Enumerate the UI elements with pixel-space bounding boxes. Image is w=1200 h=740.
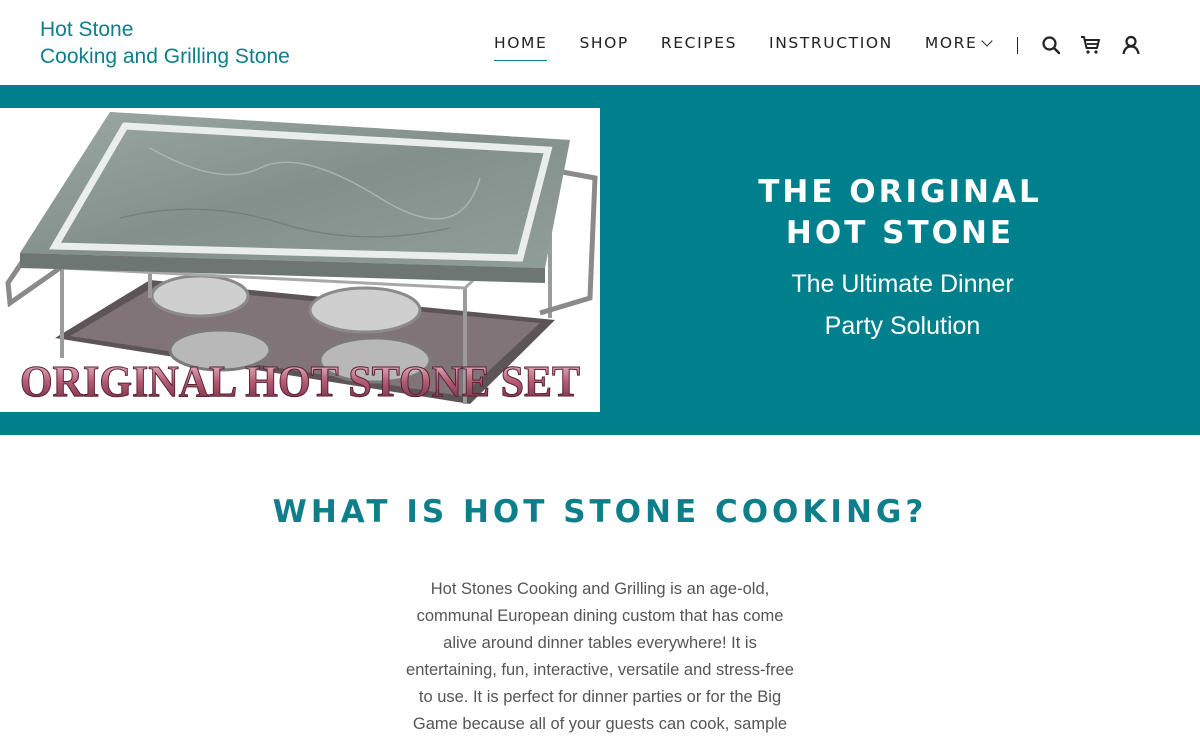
paragraph-line: Hot Stones Cooking and Grilling is an ag… [430, 580, 770, 598]
logo-line-1: Hot Stone [40, 18, 134, 41]
nav-more[interactable]: MORE [924, 34, 994, 56]
search-icon[interactable] [1040, 34, 1062, 56]
hero-title-line-1: THE ORIGINAL [758, 174, 1042, 210]
paragraph-line: communal European dining custom that has… [416, 607, 784, 625]
nav-more-label: MORE [924, 34, 978, 52]
hero-title-line-2: HOT STONE [785, 215, 1015, 251]
hero-banner: ORIGINAL HOT STONE SET THE ORIGINAL HOT … [0, 85, 1200, 435]
nav-instruction[interactable]: INSTRUCTION [769, 34, 893, 56]
paragraph-line: alive around dinner tables everywhere! I… [443, 634, 757, 652]
nav-recipes[interactable]: RECIPES [661, 34, 737, 56]
paragraph-line: to use. It is perfect for dinner parties… [418, 688, 782, 706]
chevron-down-icon [981, 35, 994, 47]
section-heading: WHAT IS HOT STONE COOKING? [272, 494, 928, 530]
hero-image-caption: ORIGINAL HOT STONE SET [20, 357, 580, 406]
section-paragraph: Hot Stones Cooking and Grilling is an ag… [380, 576, 820, 738]
nav-home[interactable]: HOME [494, 34, 548, 61]
paragraph-line: Game because all of your guests can cook… [412, 715, 788, 733]
hero-subtitle-line-2: Party Solution [824, 312, 981, 340]
nav-divider [1017, 36, 1019, 54]
cart-icon[interactable] [1080, 34, 1102, 56]
nav-shop[interactable]: SHOP [579, 34, 628, 56]
hero-subtitle: The Ultimate Dinner Party Solution [745, 263, 1060, 347]
site-header: Hot Stone Cooking and Grilling Stone HOM… [0, 0, 1200, 85]
site-logo[interactable]: Hot Stone Cooking and Grilling Stone [40, 16, 290, 70]
account-icon[interactable] [1120, 34, 1142, 56]
hot-stone-set-image: ORIGINAL HOT STONE SET [0, 108, 600, 412]
paragraph-line: entertaining, fun, interactive, versatil… [406, 661, 794, 679]
hero-subtitle-line-1: The Ultimate Dinner [791, 270, 1014, 298]
logo-line-2: Cooking and Grilling Stone [40, 45, 290, 68]
hero-title: THE ORIGINAL HOT STONE [720, 172, 1080, 254]
main-nav: HOME SHOP RECIPES INSTRUCTION MORE [494, 34, 1160, 61]
